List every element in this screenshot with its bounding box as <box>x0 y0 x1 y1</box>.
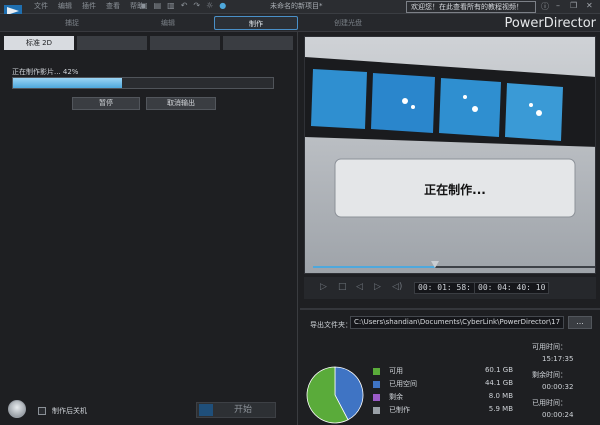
legend-value: 5.9 MB <box>488 405 513 413</box>
redo-icon[interactable]: ↷ <box>193 1 200 10</box>
timeline-handle[interactable] <box>431 261 439 268</box>
play-icon <box>199 404 213 416</box>
undo-icon[interactable]: ↶ <box>181 1 188 10</box>
legend-produced: 已制作 5.9 MB <box>373 405 523 417</box>
tab-create-disc[interactable]: 创建光盘 <box>306 16 390 30</box>
legend-name: 可用 <box>389 367 403 375</box>
legend-swatch <box>373 368 380 375</box>
stop-icon[interactable]: □ <box>338 282 347 292</box>
used-time-label: 已用时间： <box>532 399 567 407</box>
available-time-label: 可用时间： <box>532 343 567 351</box>
legend-used: 已用空间 44.1 GB <box>373 379 523 391</box>
menu-plugins[interactable]: 插件 <box>82 1 96 11</box>
total-timecode: 00: 04: 40: 10 <box>474 282 550 294</box>
progress-bar <box>12 77 274 89</box>
title-bar: 文件 编辑 插件 查看 帮助 ▣ ▤ ▥ ↶ ↷ ☼ ● 未命名的新项目* 欢迎… <box>0 0 600 17</box>
producing-status: 正在制作... <box>424 183 486 197</box>
legend-swatch <box>373 381 380 388</box>
legend-value: 8.0 MB <box>488 392 513 400</box>
start-label: 开始 <box>233 405 252 415</box>
browse-button[interactable]: ... <box>568 316 592 329</box>
brand-name: PowerDirector <box>504 16 596 31</box>
legend-name: 已用空间 <box>389 380 417 388</box>
legend-swatch <box>373 394 380 401</box>
menu-file[interactable]: 文件 <box>34 1 48 11</box>
start-button[interactable]: 开始 <box>196 402 276 418</box>
preview-window: 正在制作... <box>304 36 596 274</box>
legend-swatch <box>373 407 380 414</box>
disk-usage-pie <box>306 366 364 424</box>
menu-edit[interactable]: 编辑 <box>58 1 72 11</box>
cancel-output-button[interactable]: 取消输出 <box>146 97 216 110</box>
remaining-time-value: 00:00:32 <box>542 383 574 391</box>
produce-footer: 制作后关机 开始 <box>0 394 298 425</box>
toolbar-icons: ▣ ▤ ▥ ↶ ↷ ☼ ● <box>140 1 226 10</box>
tab-format-2[interactable] <box>77 36 147 50</box>
menu-view[interactable]: 查看 <box>106 1 120 11</box>
format-tabs: 标准 2D <box>4 36 293 50</box>
project-title: 未命名的新项目* <box>270 2 323 10</box>
open-icon[interactable]: ▤ <box>154 1 162 10</box>
divider <box>300 308 600 310</box>
new-project-icon[interactable]: ▣ <box>140 1 148 10</box>
tab-produce[interactable]: 制作 <box>214 16 298 30</box>
legend-available: 可用 60.1 GB <box>373 366 523 378</box>
next-frame-icon[interactable]: ▷ <box>374 282 381 292</box>
account-icon[interactable]: ● <box>219 1 226 10</box>
produce-panel: 标准 2D 正在制作影片... 42% 暂停 取消输出 制作后关机 开始 <box>0 32 298 425</box>
filmstrip-graphic <box>305 37 595 273</box>
playback-controls: ▷ □ ◁ ▷ ◁) 00: 01: 58: 18 00: 04: 40: 10 <box>304 277 596 299</box>
settings-icon[interactable]: ☼ <box>206 1 213 10</box>
play-icon[interactable]: ▷ <box>320 282 327 292</box>
legend-remaining: 剩余 8.0 MB <box>373 392 523 404</box>
save-icon[interactable]: ▥ <box>167 1 175 10</box>
preferences-icon[interactable] <box>8 400 26 418</box>
menu-bar: 文件 编辑 插件 查看 帮助 <box>34 1 144 11</box>
progress-label: 正在制作影片... 42% <box>12 68 79 76</box>
restore-icon[interactable]: ❐ <box>570 1 577 10</box>
preview-panel: 正在制作... ▷ □ ◁ ▷ ◁) 00: 01: 58: 18 00: 04… <box>300 32 600 425</box>
welcome-banner[interactable]: 欢迎您！在此查看所有的教程视频！ <box>406 1 536 13</box>
tab-edit[interactable]: 编辑 <box>128 16 208 30</box>
shutdown-checkbox[interactable] <box>38 407 46 415</box>
tab-standard-2d[interactable]: 标准 2D <box>4 36 74 50</box>
export-folder-label: 导出文件夹： <box>310 321 352 329</box>
remaining-time-label: 剩余时间： <box>532 371 567 379</box>
available-time-value: 15:17:35 <box>542 355 574 363</box>
used-time-value: 00:00:24 <box>542 411 574 419</box>
timeline-progress <box>313 266 435 268</box>
legend-name: 已制作 <box>389 406 410 414</box>
close-icon[interactable]: ✕ <box>586 1 593 10</box>
legend-name: 剩余 <box>389 393 403 401</box>
info-icon[interactable]: ⓘ <box>541 1 549 12</box>
minimize-icon[interactable]: – <box>556 1 560 10</box>
legend-value: 44.1 GB <box>484 379 513 387</box>
pause-button[interactable]: 暂停 <box>72 97 140 110</box>
legend-value: 60.1 GB <box>484 366 513 374</box>
tab-capture[interactable]: 捕捉 <box>32 16 112 30</box>
export-folder-path[interactable]: C:\Users\shandian\Documents\CyberLink\Po… <box>350 316 564 329</box>
progress-fill <box>13 78 123 88</box>
tab-format-3[interactable] <box>150 36 220 50</box>
volume-icon[interactable]: ◁) <box>392 282 402 292</box>
tab-format-4[interactable] <box>223 36 293 50</box>
prev-frame-icon[interactable]: ◁ <box>356 282 363 292</box>
shutdown-label: 制作后关机 <box>52 407 87 415</box>
